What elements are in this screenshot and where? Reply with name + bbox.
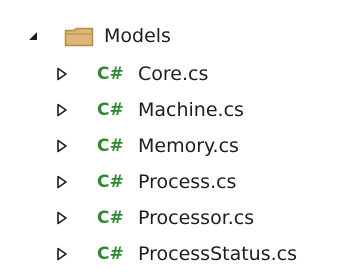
csharp-file-icon: C# bbox=[97, 208, 124, 228]
collapsed-triangle-icon[interactable] bbox=[51, 63, 73, 85]
expanded-triangle-icon[interactable] bbox=[22, 25, 44, 47]
csharp-file-icon: C# bbox=[97, 172, 124, 192]
file-label: Process.cs bbox=[138, 171, 237, 193]
file-label: Processor.cs bbox=[138, 207, 255, 229]
csharp-file-icon: C# bbox=[97, 100, 124, 120]
tree-item-file[interactable]: C# Core.cs bbox=[0, 56, 360, 92]
collapsed-triangle-icon[interactable] bbox=[51, 243, 73, 265]
file-label: ProcessStatus.cs bbox=[138, 243, 298, 265]
csharp-file-icon: C# bbox=[97, 64, 124, 84]
tree-item-file[interactable]: C# Memory.cs bbox=[0, 128, 360, 164]
tree-item-file[interactable]: C# ProcessStatus.cs bbox=[0, 236, 360, 272]
tree-item-file[interactable]: C# Processor.cs bbox=[0, 200, 360, 236]
collapsed-triangle-icon[interactable] bbox=[51, 207, 73, 229]
tree-item-file[interactable]: C# Machine.cs bbox=[0, 92, 360, 128]
folder-icon bbox=[64, 27, 94, 47]
file-label: Memory.cs bbox=[138, 135, 239, 157]
csharp-file-icon: C# bbox=[97, 244, 124, 264]
tree-item-file[interactable]: C# Process.cs bbox=[0, 164, 360, 200]
file-label: Machine.cs bbox=[138, 99, 244, 121]
tree-item-models-folder[interactable]: Models bbox=[0, 18, 360, 54]
csharp-file-icon: C# bbox=[97, 136, 124, 156]
collapsed-triangle-icon[interactable] bbox=[51, 99, 73, 121]
folder-label: Models bbox=[104, 25, 171, 47]
collapsed-triangle-icon[interactable] bbox=[51, 135, 73, 157]
collapsed-triangle-icon[interactable] bbox=[51, 171, 73, 193]
solution-explorer-tree: Models C# Core.cs C# Machine.cs C# Memor… bbox=[0, 0, 360, 279]
file-label: Core.cs bbox=[138, 63, 209, 85]
